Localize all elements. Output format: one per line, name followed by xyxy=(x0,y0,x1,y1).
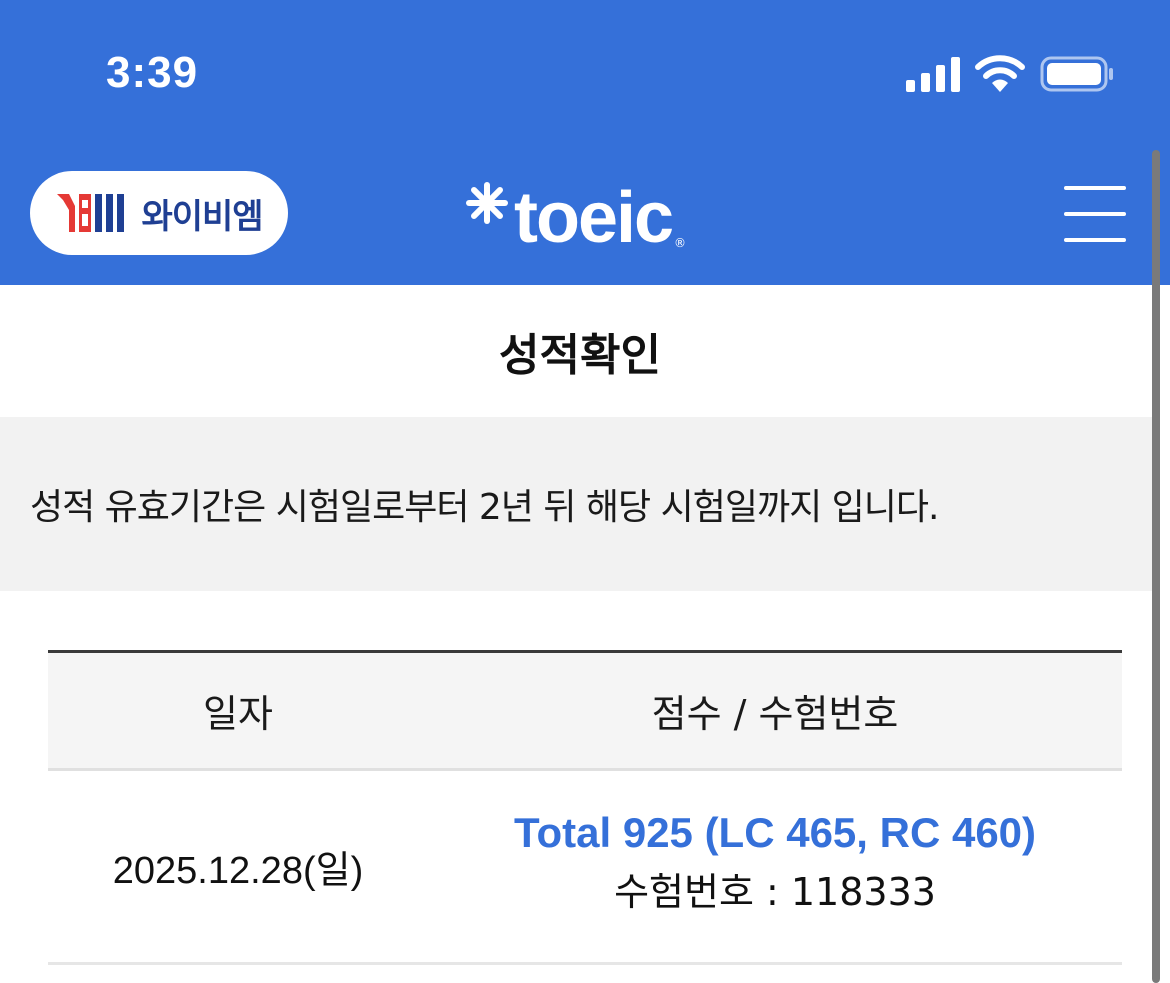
ybm-logo-text: 와이비엠 xyxy=(141,196,263,237)
wifi-icon xyxy=(975,55,1025,92)
exam-number: 수험번호 : 118333 xyxy=(614,869,936,914)
row-score-cell: Total 925 (LC 465, RC 460) 수험번호 : 118333 xyxy=(428,771,1122,962)
ybm-logo-icon xyxy=(57,194,125,232)
status-bar: 3:39 xyxy=(0,0,1170,150)
page-title: 성적확인 xyxy=(499,330,661,381)
toeic-logo[interactable]: toeic ® xyxy=(466,178,686,258)
registered-mark-icon: ® xyxy=(674,236,687,250)
app-screen: 3:39 와이비엠 toeic ® 성적확인 성적 유효기간은 시험일로부터 2… xyxy=(0,0,1170,983)
table-header: 일자 점수 / 수험번호 xyxy=(48,653,1122,771)
hamburger-menu-icon[interactable] xyxy=(1064,186,1126,242)
table-row: 2025.12.28(일) Total 925 (LC 465, RC 460)… xyxy=(48,771,1122,965)
row-date: 2025.12.28(일) xyxy=(112,850,364,892)
header-date: 일자 xyxy=(203,692,273,736)
asterisk-icon xyxy=(466,182,508,224)
score-link[interactable]: Total 925 (LC 465, RC 460) xyxy=(514,805,1036,861)
toeic-logo-text: toeic xyxy=(514,178,674,258)
validity-notice: 성적 유효기간은 시험일로부터 2년 뒤 해당 시험일까지 입니다. xyxy=(0,417,1160,591)
scrollbar[interactable] xyxy=(1152,150,1160,983)
ybm-logo-button[interactable]: 와이비엠 xyxy=(30,171,288,255)
cellular-signal-icon xyxy=(906,57,960,92)
status-time: 3:39 xyxy=(106,48,199,97)
header-score: 점수 / 수험번호 xyxy=(651,692,899,736)
score-table: 일자 점수 / 수험번호 2025.12.28(일) Total 925 (LC… xyxy=(48,650,1122,965)
battery-icon xyxy=(1040,56,1113,92)
app-header: 와이비엠 toeic ® xyxy=(0,150,1170,285)
